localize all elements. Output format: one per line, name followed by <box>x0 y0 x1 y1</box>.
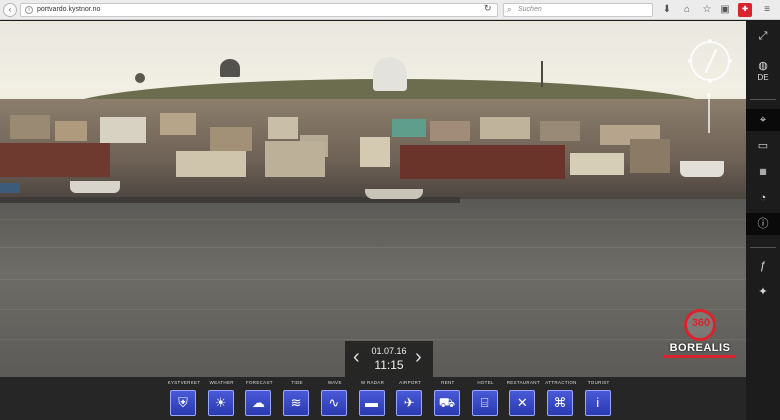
download-icon[interactable]: ⬇ <box>660 3 674 17</box>
datetime-display: ‹ 01.07.16 11:15 › <box>345 341 433 377</box>
boat <box>70 181 120 193</box>
antenna-mast <box>541 61 543 87</box>
attraction-icon[interactable]: ⌘ <box>547 390 573 416</box>
fullscreen-icon[interactable]: ⤢ <box>746 25 780 47</box>
radar-dome-large <box>373 57 407 91</box>
house <box>540 121 580 141</box>
language-label[interactable]: DE <box>746 71 780 85</box>
nav-item-hotel[interactable]: HOTEL ⌸ <box>470 380 502 420</box>
next-image-button[interactable]: › <box>415 347 422 367</box>
weather-icon[interactable]: ☀ <box>207 390 234 416</box>
calendar-24-icon[interactable]: ▦ <box>746 161 780 183</box>
compass-icon[interactable] <box>688 39 732 83</box>
location-pin-icon[interactable]: ⌖ <box>746 109 780 131</box>
zoom-handle-icon[interactable]: + <box>703 91 715 100</box>
boat <box>0 183 20 193</box>
webcam-view[interactable]: + ‹ 01.07.16 11:15 › 360 BOREALIS <box>0 21 746 377</box>
house <box>430 121 470 141</box>
nav-item-tide[interactable]: TIDE ≋ <box>281 380 313 420</box>
info-icon[interactable]: i <box>25 6 33 14</box>
photo-icon[interactable]: ▭ <box>746 135 780 157</box>
boat <box>365 189 423 199</box>
house <box>160 113 196 135</box>
home-icon[interactable]: ⌂ <box>680 3 694 17</box>
house <box>630 139 670 173</box>
house <box>55 121 87 141</box>
house <box>268 117 298 139</box>
info-icon[interactable]: i <box>584 390 611 416</box>
shield-icon[interactable]: ⛨ <box>170 390 196 416</box>
nav-item-kystverket[interactable]: KYSTVERKET ⛨ <box>168 380 200 420</box>
nav-item-label: TOURIST <box>587 380 610 385</box>
search-input[interactable]: ⌕ Suchen <box>503 3 653 17</box>
borealis-logo: 360 BOREALIS <box>664 307 736 363</box>
twitter-icon[interactable]: ✦ <box>746 281 780 303</box>
house <box>392 119 426 137</box>
boat <box>680 161 724 177</box>
radar-dome-tiny <box>135 73 145 83</box>
house <box>265 141 325 177</box>
car-icon[interactable]: ⛟ <box>433 390 460 416</box>
back-button[interactable]: ‹ <box>3 2 17 17</box>
timelapse-icon[interactable]: ◔ <box>746 187 780 209</box>
search-placeholder: Suchen <box>518 6 542 13</box>
nav-item-tourist[interactable]: TOURIST i <box>583 380 615 420</box>
red-warehouse <box>400 145 565 179</box>
house <box>176 151 246 177</box>
fork-knife-icon[interactable]: ✕ <box>509 390 536 416</box>
bookmark-star-icon[interactable]: ☆ <box>700 3 714 17</box>
house <box>570 153 624 175</box>
wave-icon[interactable]: ∿ <box>320 390 347 416</box>
nav-item-weather[interactable]: WEATHER ☀ <box>206 380 238 420</box>
bed-icon[interactable]: ⌸ <box>471 390 498 416</box>
browser-toolbar: ‹ i portvardo.kystnor.no ↻ ⌕ Suchen ⬇ ⌂ … <box>0 0 780 20</box>
house <box>100 117 146 143</box>
radar-icon[interactable]: ▬ <box>358 390 385 416</box>
red-warehouse <box>0 143 110 177</box>
nav-item-attraction[interactable]: ATTRACTION ⌘ <box>545 380 577 420</box>
house <box>360 137 390 167</box>
url-text: portvardo.kystnor.no <box>37 6 101 13</box>
menu-icon[interactable]: ≡ <box>760 3 774 17</box>
forecast-icon[interactable]: ☁ <box>245 390 272 416</box>
tide-icon[interactable]: ≋ <box>283 390 310 416</box>
url-bar[interactable]: i portvardo.kystnor.no <box>20 3 498 17</box>
nav-item-restaurant[interactable]: RESTAURANT ✕ <box>507 380 540 420</box>
house <box>210 127 252 151</box>
nav-item-forecast[interactable]: FORECAST ☁ <box>243 380 275 420</box>
right-sidebar: ⤢ ◍ DE ⌖ ▭ ▦ ◔ ⓘ ƒ ✦ <box>746 21 780 420</box>
info-pin-icon[interactable]: ⓘ <box>746 213 780 235</box>
nav-item-airport[interactable]: AIRPORT ✈ <box>394 380 426 420</box>
facebook-icon[interactable]: ƒ <box>746 255 780 277</box>
search-icon: ⌕ <box>507 5 512 14</box>
extension-icon[interactable]: ✚ <box>738 3 752 17</box>
radar-dome-small <box>220 59 240 77</box>
save-icon[interactable]: ▣ <box>718 3 732 17</box>
house <box>10 115 50 139</box>
nav-item-rent[interactable]: RENT ⛟ <box>432 380 464 420</box>
airplane-icon[interactable]: ✈ <box>396 390 423 416</box>
nav-item-w-radar[interactable]: W RADAR ▬ <box>357 380 389 420</box>
reload-icon[interactable]: ↻ <box>484 3 492 14</box>
bottom-nav: KYSTVERKET ⛨ WEATHER ☀ FORECAST ☁ TIDE ≋ WAVE ∿ W … <box>0 377 746 420</box>
nav-item-wave[interactable]: WAVE ∿ <box>319 380 351 420</box>
house <box>480 117 530 139</box>
